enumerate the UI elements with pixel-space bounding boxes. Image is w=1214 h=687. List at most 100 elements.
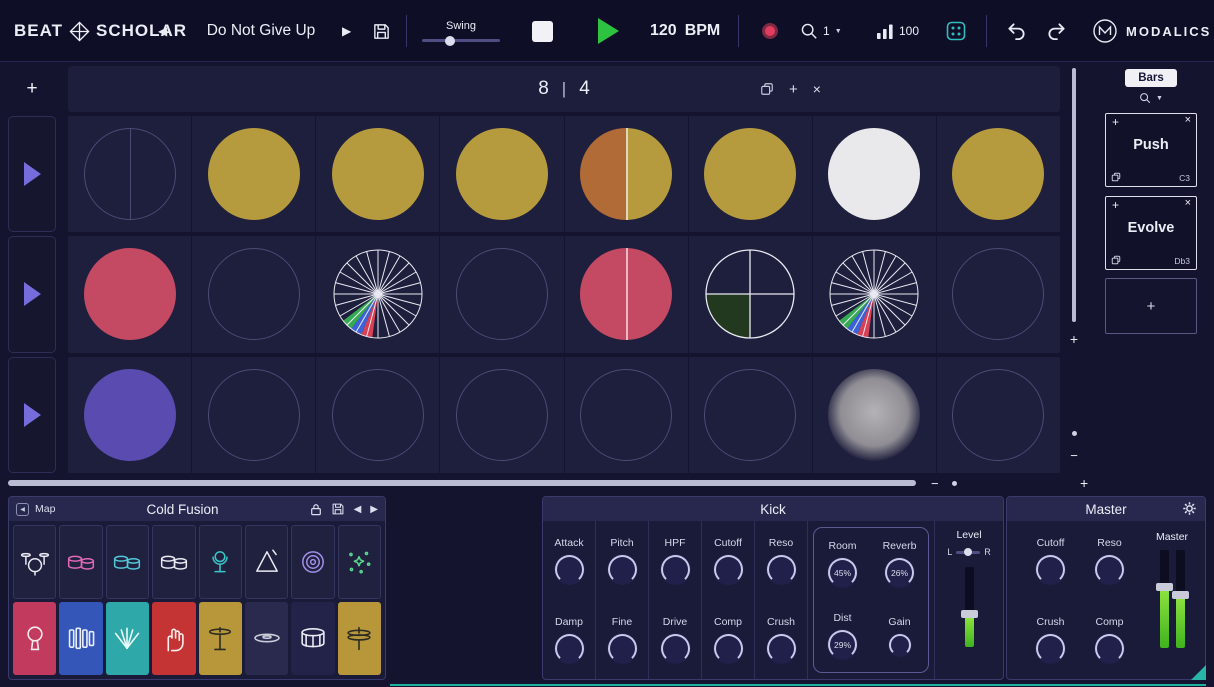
step-cell-r3-c1[interactable]	[68, 357, 192, 473]
pad-bottom-3-fan-rays[interactable]	[106, 602, 149, 676]
beat-circle-empty[interactable]	[704, 369, 796, 461]
prev-preset-button[interactable]: ◀	[158, 0, 167, 62]
beat-circle-purple[interactable]	[84, 369, 176, 461]
kick-reso-knob[interactable]	[766, 554, 797, 585]
settings-button[interactable]	[1182, 501, 1197, 516]
horizontal-zoom-out-button[interactable]: −	[931, 476, 939, 491]
vertical-zoom-out-button[interactable]: −	[1070, 448, 1078, 463]
meter-control[interactable]: 100	[876, 0, 919, 62]
horizontal-scrollbar[interactable]	[8, 480, 916, 486]
pad-bottom-7-drum[interactable]	[291, 602, 334, 676]
level-fader-thumb[interactable]	[961, 610, 978, 618]
step-cell-r2-c8[interactable]	[937, 236, 1060, 352]
resize-corner-handle[interactable]	[1191, 665, 1206, 680]
beat-circle-crimson[interactable]	[84, 248, 176, 340]
swing-slider[interactable]	[422, 39, 500, 42]
quantize-dropdown-caret[interactable]: ▼	[835, 28, 842, 35]
add-bar-card[interactable]: +	[1105, 278, 1197, 334]
step-cell-r2-c3[interactable]	[316, 236, 440, 352]
beat-circle-starburst[interactable]	[332, 248, 424, 340]
step-cell-r3-c7[interactable]	[813, 357, 937, 473]
beat-circle-gray[interactable]	[828, 369, 920, 461]
beat-circle-empty[interactable]	[580, 369, 672, 461]
master-reso-knob[interactable]	[1094, 554, 1125, 585]
master-comp-knob[interactable]	[1094, 633, 1125, 664]
bar-card-close-button[interactable]: ×	[1185, 197, 1191, 209]
step-cell-r1-c5[interactable]	[565, 116, 689, 232]
beat-circle-gold[interactable]	[456, 128, 548, 220]
duplicate-bar-button[interactable]	[760, 82, 774, 96]
step-cell-r1-c4[interactable]	[440, 116, 564, 232]
pad-bottom-6-cymbal[interactable]	[245, 602, 288, 676]
pan-slider[interactable]	[956, 551, 980, 554]
stop-button[interactable]	[532, 0, 553, 62]
bar-card-title[interactable]: Push	[1106, 137, 1196, 153]
pad-top-7-target-circles[interactable]	[291, 525, 334, 599]
next-kit-button[interactable]: ▶	[370, 504, 378, 515]
step-cell-r3-c6[interactable]	[689, 357, 813, 473]
quantize-control[interactable]: 1 ▼	[800, 0, 842, 62]
level-fader[interactable]	[965, 567, 974, 647]
map-toggle[interactable]: Map	[35, 503, 55, 515]
time-signature-bar[interactable]: 8 | 4 + ×	[68, 66, 1060, 112]
master-c​utoff-knob[interactable]	[1035, 554, 1066, 585]
record-button[interactable]	[762, 0, 778, 62]
redo-button[interactable]	[1046, 0, 1067, 62]
step-cell-r3-c4[interactable]	[440, 357, 564, 473]
randomize-button[interactable]	[946, 0, 966, 62]
step-cell-r2-c2[interactable]	[192, 236, 316, 352]
master-fader-left-thumb[interactable]	[1156, 583, 1173, 591]
vertical-scrollbar-thumb[interactable]	[1072, 68, 1076, 322]
pad-top-3-drums-pair[interactable]	[106, 525, 149, 599]
undo-button[interactable]	[1006, 0, 1027, 62]
bars-tab[interactable]: Bars	[1125, 69, 1177, 87]
step-cell-r3-c5[interactable]	[565, 357, 689, 473]
row-play-handle-3[interactable]	[8, 357, 56, 473]
pad-bottom-5-cymbal-stand[interactable]	[199, 602, 242, 676]
pad-bottom-2-xylophone[interactable]	[59, 602, 102, 676]
zoom-in-button[interactable]: +	[1080, 475, 1088, 491]
bar-card-close-button[interactable]: ×	[1185, 114, 1191, 126]
beat-circle-gold[interactable]	[208, 128, 300, 220]
master-fader-right[interactable]	[1176, 550, 1185, 648]
sidebar-quantize[interactable]: ▼	[1139, 92, 1163, 104]
kick-fine-knob[interactable]	[607, 633, 638, 664]
step-cell-r1-c2[interactable]	[192, 116, 316, 232]
step-cell-r3-c2[interactable]	[192, 357, 316, 473]
beat-circle-split-empty[interactable]	[84, 128, 176, 220]
add-row-button[interactable]: +	[8, 66, 56, 112]
bar-card-title[interactable]: Evolve	[1106, 220, 1196, 236]
save-preset-button[interactable]	[372, 0, 391, 62]
prev-kit-button[interactable]: ◀	[354, 504, 362, 515]
pad-bottom-4-clap-hand[interactable]	[152, 602, 195, 676]
kick-reverb-knob[interactable]: 26%	[884, 557, 915, 588]
bpm-display[interactable]: 120 BPM	[650, 0, 720, 62]
sidebar-dropdown-caret[interactable]: ▼	[1156, 95, 1163, 102]
row-play-handle-2[interactable]	[8, 236, 56, 352]
row-play-handle-1[interactable]	[8, 116, 56, 232]
beat-circle-empty[interactable]	[332, 369, 424, 461]
beat-circle-white[interactable]	[828, 128, 920, 220]
step-cell-r2-c1[interactable]	[68, 236, 192, 352]
beat-circle-empty[interactable]	[952, 248, 1044, 340]
vertical-scrollbar[interactable]	[1072, 68, 1076, 322]
add-bar-side-button[interactable]: +	[1070, 331, 1078, 347]
delete-bar-button[interactable]: ×	[813, 81, 821, 97]
bar-card-evolve[interactable]: + × Evolve Db3	[1105, 196, 1197, 270]
master-fader-right-thumb[interactable]	[1172, 591, 1189, 599]
pad-bottom-1-shaker[interactable]	[13, 602, 56, 676]
beat-circle-starburst[interactable]	[828, 248, 920, 340]
add-bar-button[interactable]: +	[789, 81, 798, 98]
horizontal-zoom-dot[interactable]	[952, 481, 957, 486]
collapse-icon[interactable]: ◀	[16, 503, 29, 516]
vertical-zoom-dot[interactable]	[1072, 431, 1077, 436]
beat-circle-quarters[interactable]	[704, 248, 796, 340]
master-fader-left[interactable]	[1160, 550, 1169, 648]
bpm-value[interactable]: 120	[650, 22, 677, 40]
beat-circle-empty[interactable]	[456, 248, 548, 340]
bar-card-push[interactable]: + × Push C3	[1105, 113, 1197, 187]
step-cell-r2-c4[interactable]	[440, 236, 564, 352]
bar-card-add-button[interactable]: +	[1112, 115, 1119, 129]
pad-top-5-microphone[interactable]	[199, 525, 242, 599]
step-cell-r1-c1[interactable]	[68, 116, 192, 232]
